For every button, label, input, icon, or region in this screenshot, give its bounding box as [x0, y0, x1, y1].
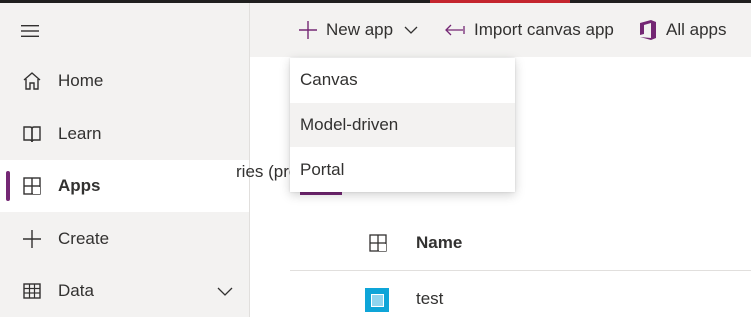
office-icon: [638, 19, 658, 41]
import-label: Import canvas app: [474, 20, 614, 39]
all-apps-label: All apps: [666, 20, 727, 39]
table-header-divider: [290, 270, 751, 271]
hamburger-menu-icon[interactable]: [18, 19, 42, 43]
nav-item-apps[interactable]: Apps: [0, 160, 249, 212]
new-app-label: New app: [326, 20, 394, 39]
nav-item-label: Home: [58, 71, 104, 90]
chevron-down-icon[interactable]: [215, 281, 235, 301]
nav-item-data[interactable]: Data: [0, 265, 249, 317]
nav-item-learn[interactable]: Learn: [0, 108, 249, 160]
home-icon: [20, 69, 44, 93]
column-type-icon: [368, 233, 388, 253]
column-header-name[interactable]: Name: [416, 233, 462, 253]
nav-item-home[interactable]: Home: [0, 55, 249, 107]
menu-item-canvas[interactable]: Canvas: [290, 58, 515, 102]
canvas-app-icon: [365, 288, 389, 312]
nav-item-create[interactable]: Create: [0, 213, 249, 265]
new-app-dropdown-menu: Canvas Model-driven Portal: [290, 58, 515, 192]
nav-item-label: Learn: [58, 124, 102, 143]
left-nav: Home Learn Apps Create Data: [0, 3, 250, 317]
active-indicator: [6, 171, 10, 201]
nav-item-label: Apps: [58, 176, 101, 195]
all-apps-button[interactable]: All apps: [638, 3, 726, 57]
new-app-button[interactable]: New app: [298, 3, 419, 57]
table-icon: [20, 279, 44, 303]
menu-item-portal[interactable]: Portal: [290, 148, 515, 192]
plus-icon: [20, 227, 44, 251]
table-row-name[interactable]: test: [416, 289, 443, 309]
chevron-down-icon: [403, 22, 419, 38]
nav-item-label: Data: [58, 281, 94, 300]
apps-icon: [20, 174, 44, 198]
import-canvas-app-button[interactable]: Import canvas app: [444, 3, 614, 57]
plus-icon: [298, 20, 318, 40]
menu-item-model-driven[interactable]: Model-driven: [290, 103, 515, 147]
import-arrow-icon: [444, 22, 466, 38]
tab-underline: [300, 192, 342, 195]
command-bar: New app Import canvas app All apps: [250, 3, 751, 57]
nav-item-label: Create: [58, 229, 110, 248]
book-icon: [20, 122, 44, 146]
